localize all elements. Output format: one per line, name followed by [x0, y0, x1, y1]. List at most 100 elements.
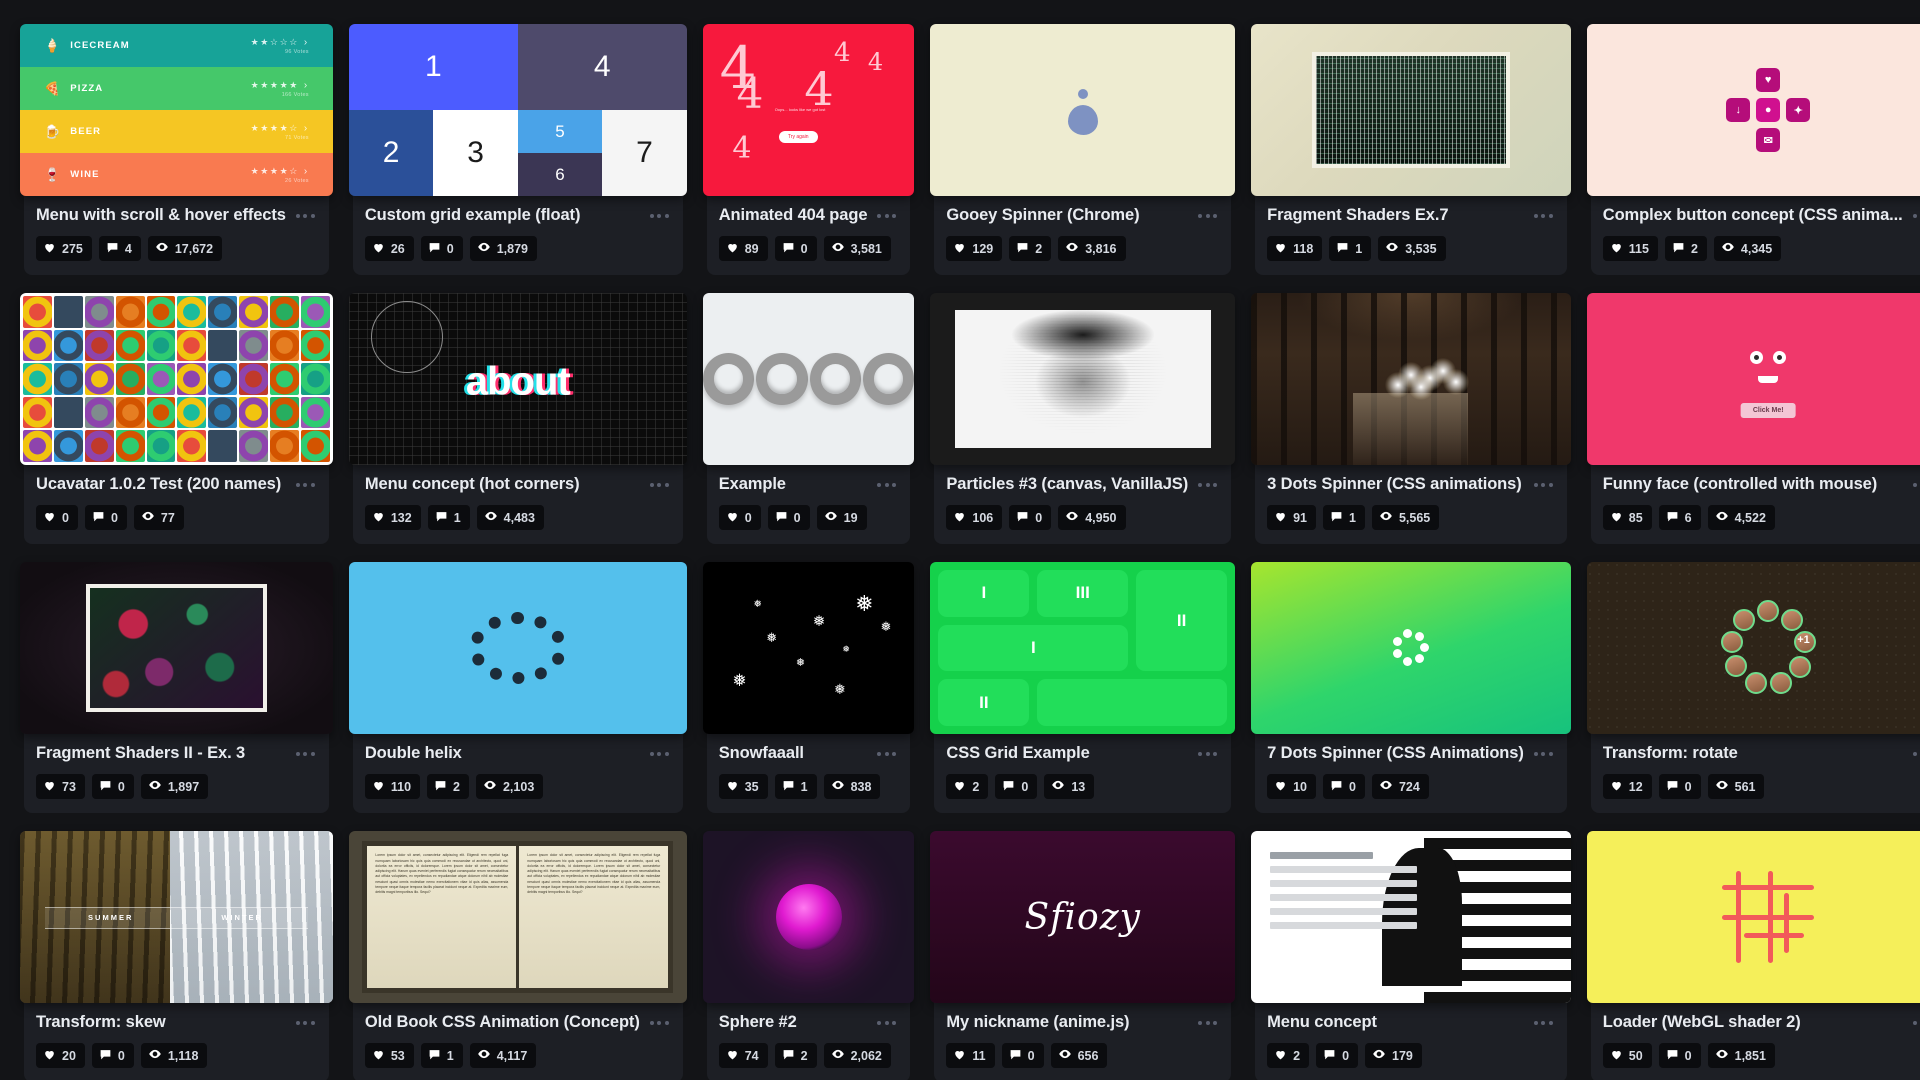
- pen-thumbnail[interactable]: [1251, 293, 1571, 465]
- pen-thumbnail[interactable]: ❅ ❅ ❅ ❅ ❅ ❅ ❅ ❅ ❅: [702, 562, 915, 734]
- pen-title[interactable]: CSS Grid Example: [946, 744, 1089, 763]
- views-stat[interactable]: 561: [1707, 774, 1765, 799]
- pen-thumbnail[interactable]: Sfiozy: [930, 831, 1236, 1003]
- likes-stat[interactable]: 2: [1267, 1043, 1310, 1068]
- likes-stat[interactable]: 110: [364, 774, 421, 799]
- views-stat[interactable]: 1,897: [140, 774, 209, 799]
- pen-thumbnail[interactable]: [1251, 831, 1571, 1003]
- pen-thumbnail[interactable]: [702, 293, 915, 465]
- pen-title[interactable]: My nickname (anime.js): [946, 1013, 1129, 1032]
- views-stat[interactable]: 1,118: [140, 1043, 208, 1068]
- views-stat[interactable]: 4,950: [1058, 505, 1126, 530]
- likes-stat[interactable]: 275: [36, 236, 92, 261]
- pen-card[interactable]: ❅ ❅ ❅ ❅ ❅ ❅ ❅ ❅ ❅ Snowfaaall 35 1 838: [702, 562, 915, 813]
- comments-stat[interactable]: 1: [420, 1043, 463, 1068]
- comments-stat[interactable]: 0: [995, 774, 1038, 799]
- more-options-icon[interactable]: [1196, 210, 1219, 222]
- comments-stat[interactable]: 0: [774, 236, 817, 261]
- likes-stat[interactable]: 20: [36, 1043, 85, 1068]
- pen-card[interactable]: Sphere #2 74 2 2,062: [702, 831, 915, 1080]
- views-stat[interactable]: 1,879: [469, 236, 537, 261]
- likes-stat[interactable]: 115: [1602, 236, 1658, 261]
- comments-stat[interactable]: 1: [1323, 505, 1365, 530]
- pen-thumbnail[interactable]: [348, 562, 687, 734]
- pen-title[interactable]: Loader (WebGL shader 2): [1603, 1013, 1801, 1032]
- more-options-icon[interactable]: [1532, 1017, 1555, 1029]
- pen-title[interactable]: Double helix: [365, 744, 462, 763]
- pen-title[interactable]: Old Book CSS Animation (Concept): [365, 1013, 640, 1032]
- likes-stat[interactable]: 11: [946, 1043, 995, 1068]
- likes-stat[interactable]: 2: [946, 774, 989, 799]
- pen-card[interactable]: 🍦 ICECREAM ★★☆☆☆ › 96 Votes 🍕 PIZZA ★★★★★…: [20, 24, 333, 275]
- pen-thumbnail[interactable]: 444444 Oops... looks like we got lost Tr…: [702, 24, 915, 196]
- more-options-icon[interactable]: [875, 1017, 898, 1029]
- comments-stat[interactable]: 1: [427, 505, 470, 530]
- pen-title[interactable]: 3 Dots Spinner (CSS animations): [1267, 475, 1522, 494]
- pen-title[interactable]: 7 Dots Spinner (CSS Animations): [1267, 744, 1524, 763]
- likes-stat[interactable]: 74: [718, 1043, 768, 1068]
- menu-badge-icon[interactable]: ●: [1756, 98, 1781, 122]
- views-stat[interactable]: 179: [1365, 1043, 1422, 1068]
- likes-stat[interactable]: 89: [718, 236, 768, 261]
- pen-card[interactable]: Fragment Shaders II - Ex. 3 73 0 1,897: [20, 562, 333, 813]
- views-stat[interactable]: 13: [1044, 774, 1095, 799]
- pen-thumbnail[interactable]: [20, 293, 333, 465]
- click-me-button[interactable]: Click Me!: [1740, 403, 1796, 419]
- more-options-icon[interactable]: [1196, 479, 1219, 491]
- menu-row-pizza[interactable]: 🍕 PIZZA ★★★★★ › 166 Votes: [20, 67, 333, 110]
- views-stat[interactable]: 3,535: [1378, 236, 1446, 261]
- pen-title[interactable]: Particles #3 (canvas, VanillaJS): [946, 475, 1188, 494]
- menu-row-wine[interactable]: 🍷 WINE ★★★★☆ › 26 Votes: [20, 153, 333, 196]
- comments-stat[interactable]: 0: [1009, 505, 1052, 530]
- likes-stat[interactable]: 118: [1267, 236, 1323, 261]
- pen-card[interactable]: Menu concept 2 0 179: [1251, 831, 1571, 1080]
- pen-title[interactable]: Fragment Shaders II - Ex. 3: [36, 744, 245, 763]
- more-options-icon[interactable]: [1911, 479, 1920, 491]
- likes-stat[interactable]: 106: [946, 505, 1003, 530]
- more-options-icon[interactable]: [1196, 748, 1219, 760]
- pen-thumbnail[interactable]: SUMMER WINTER: [20, 831, 333, 1003]
- pen-thumbnail[interactable]: [1251, 24, 1571, 196]
- pen-card[interactable]: 7 Dots Spinner (CSS Animations) 10 0 724: [1251, 562, 1571, 813]
- views-stat[interactable]: 5,565: [1371, 505, 1440, 530]
- pen-title[interactable]: Funny face (controlled with mouse): [1603, 475, 1877, 494]
- more-options-icon[interactable]: [1532, 479, 1555, 491]
- pen-card[interactable]: SUMMER WINTER Transform: skew 20 0 1,118: [20, 831, 333, 1080]
- comments-stat[interactable]: 2: [774, 1043, 817, 1068]
- more-options-icon[interactable]: [294, 1017, 317, 1029]
- pen-title[interactable]: Menu concept: [1267, 1013, 1377, 1032]
- views-stat[interactable]: 3,581: [823, 236, 891, 261]
- views-stat[interactable]: 4,117: [469, 1043, 537, 1068]
- likes-stat[interactable]: 12: [1602, 774, 1652, 799]
- pen-thumbnail[interactable]: Click Me!: [1586, 293, 1920, 465]
- more-options-icon[interactable]: [294, 210, 317, 222]
- pen-card[interactable]: Double helix 110 2 2,103: [348, 562, 687, 813]
- more-options-icon[interactable]: [875, 210, 898, 222]
- heart-badge-icon[interactable]: ♥: [1756, 68, 1781, 92]
- pen-title[interactable]: Transform: rotate: [1603, 744, 1738, 763]
- views-stat[interactable]: 4,483: [476, 505, 544, 530]
- pen-thumbnail[interactable]: [1251, 562, 1571, 734]
- comments-stat[interactable]: 0: [1323, 774, 1365, 799]
- pen-thumbnail[interactable]: +1: [1586, 562, 1920, 734]
- more-options-icon[interactable]: [1911, 748, 1920, 760]
- pen-card[interactable]: Lorem ipsum dolor sit amet, consectetur …: [348, 831, 687, 1080]
- comments-stat[interactable]: 0: [91, 1043, 134, 1068]
- views-stat[interactable]: 2,062: [823, 1043, 891, 1068]
- more-options-icon[interactable]: [1532, 748, 1555, 760]
- pen-thumbnail[interactable]: I III II I II: [930, 562, 1236, 734]
- pen-card[interactable]: Gooey Spinner (Chrome) 129 2 3,816: [930, 24, 1236, 275]
- pen-thumbnail[interactable]: ♥ ↓ ✦ ✉ ●: [1586, 24, 1920, 196]
- more-options-icon[interactable]: [648, 748, 671, 760]
- try-again-button[interactable]: Try again: [778, 130, 818, 143]
- more-options-icon[interactable]: [648, 479, 671, 491]
- pen-card[interactable]: Sfiozy My nickname (anime.js) 11 0 656: [930, 831, 1236, 1080]
- views-stat[interactable]: 19: [816, 505, 867, 530]
- more-options-icon[interactable]: [648, 210, 671, 222]
- more-options-icon[interactable]: [875, 479, 898, 491]
- pen-thumbnail[interactable]: [930, 293, 1236, 465]
- more-options-icon[interactable]: [1911, 210, 1920, 222]
- pen-thumbnail[interactable]: [1586, 831, 1920, 1003]
- views-stat[interactable]: 4,345: [1713, 236, 1782, 261]
- likes-stat[interactable]: 132: [364, 505, 421, 530]
